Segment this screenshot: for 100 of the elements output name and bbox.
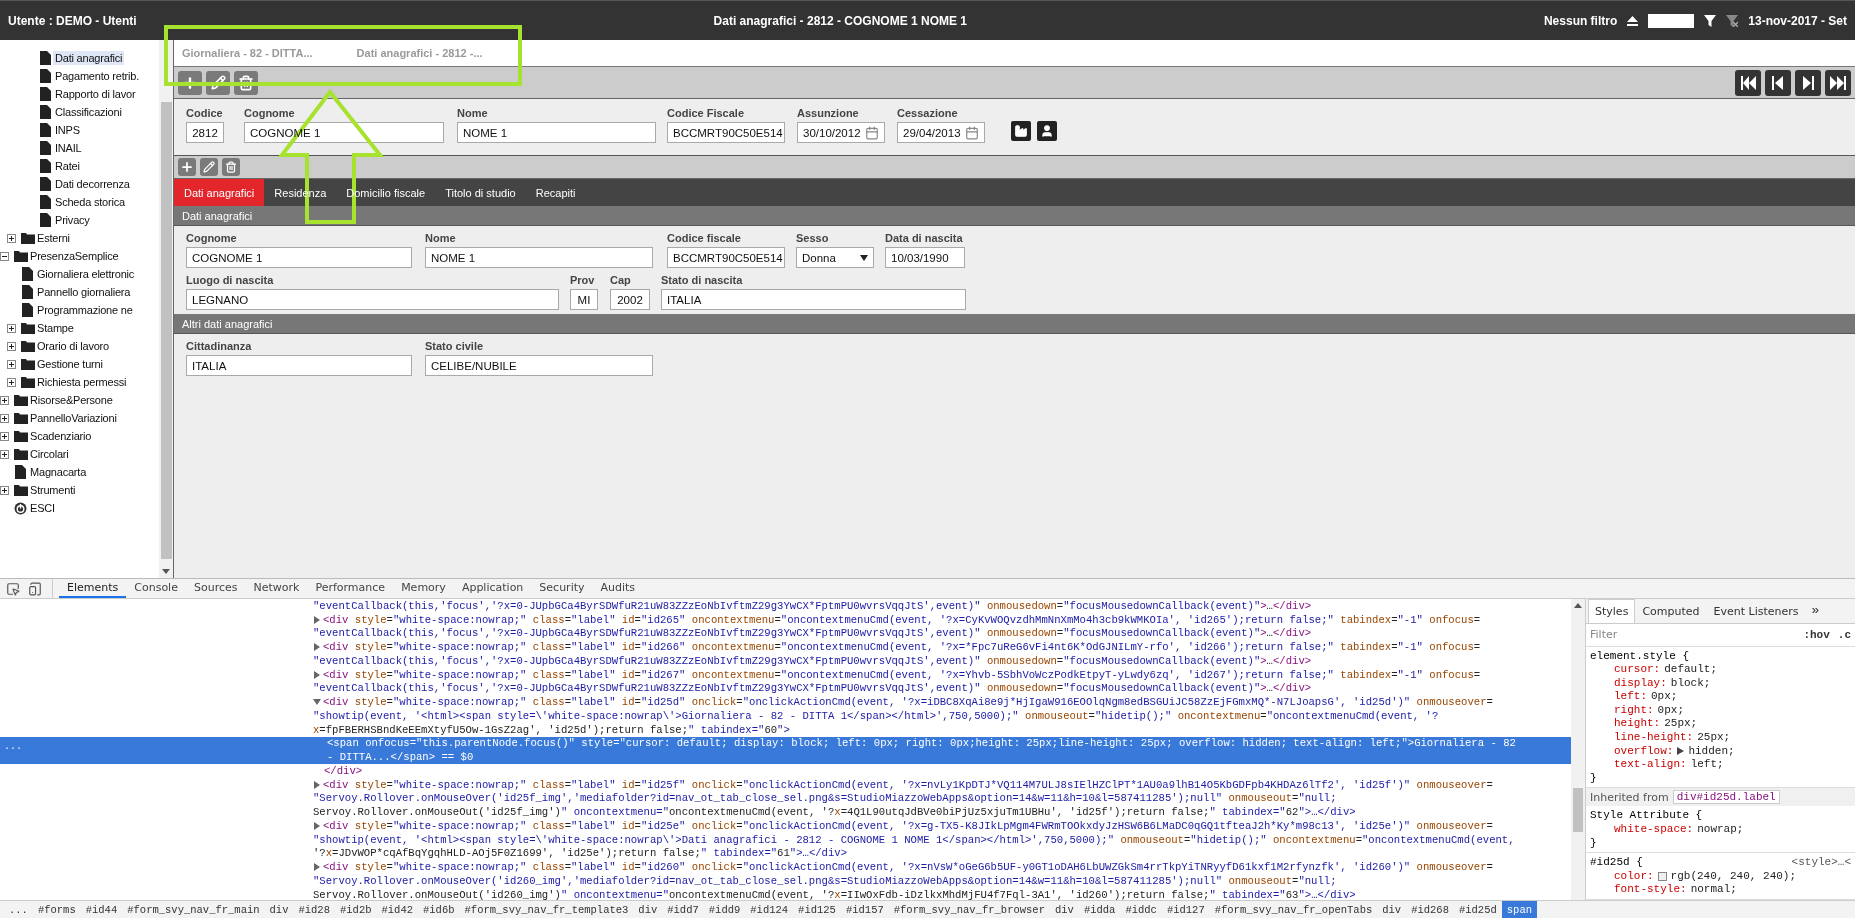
breadcrumb[interactable]: #id157 bbox=[840, 901, 889, 918]
hover-toggle[interactable]: :hov bbox=[1803, 628, 1830, 641]
text-field[interactable]: ITALIA bbox=[186, 355, 412, 376]
breadcrumb[interactable]: span bbox=[1501, 901, 1537, 918]
inherited-element-link[interactable]: div#id25d.label bbox=[1672, 790, 1780, 805]
devtools-tab[interactable]: Memory bbox=[393, 579, 454, 598]
expand-icon[interactable] bbox=[7, 323, 16, 333]
last-button[interactable] bbox=[1825, 69, 1851, 96]
breadcrumb[interactable]: #id124 bbox=[745, 901, 794, 918]
expand-icon[interactable] bbox=[0, 485, 9, 495]
tree-item[interactable]: Magnacarta bbox=[28, 465, 89, 479]
first-button[interactable] bbox=[1735, 69, 1761, 96]
ellipsis-marker[interactable]: ... bbox=[4, 740, 22, 752]
expand-triangle-icon[interactable] bbox=[313, 780, 321, 789]
text-field[interactable]: 2812 bbox=[186, 122, 224, 143]
tree-item[interactable]: Classificazioni bbox=[53, 105, 124, 119]
text-field[interactable]: CELIBE/NUBILE bbox=[425, 355, 653, 376]
expand-triangle-icon[interactable] bbox=[313, 670, 321, 679]
text-field[interactable]: 10/03/1990 bbox=[885, 247, 965, 268]
breadcrumb[interactable]: #id268 bbox=[1406, 901, 1454, 918]
tree-item[interactable]: PresenzaSemplice bbox=[28, 249, 121, 263]
tree-item[interactable]: Dati anagrafici bbox=[53, 51, 125, 65]
styles-tab[interactable]: Computed bbox=[1635, 599, 1707, 624]
calendar-icon[interactable] bbox=[965, 125, 979, 140]
person-button[interactable] bbox=[1037, 121, 1057, 141]
tree-item[interactable]: Rapporto di lavor bbox=[53, 87, 138, 101]
tree-item[interactable]: PannelloVariazioni bbox=[28, 411, 119, 425]
filter-field[interactable]: Filter bbox=[1590, 628, 1796, 642]
text-field[interactable]: COGNOME 1 bbox=[186, 247, 412, 268]
inspect-icon[interactable] bbox=[6, 581, 20, 596]
tree-item[interactable]: Strumenti bbox=[28, 483, 78, 497]
section-tab[interactable]: Dati anagrafici bbox=[174, 179, 265, 206]
section-tab[interactable]: Titolo di studio bbox=[435, 179, 526, 206]
text-field[interactable]: BCCMRT90C50E514 bbox=[667, 122, 785, 143]
dropdown-field[interactable]: Donna bbox=[796, 247, 874, 268]
tree-item[interactable]: Pannello giornaliera bbox=[35, 285, 133, 299]
filter-input[interactable] bbox=[1648, 13, 1695, 28]
breadcrumb[interactable]: #id42 bbox=[376, 901, 418, 918]
expand-icon[interactable] bbox=[7, 341, 16, 351]
device-icon[interactable] bbox=[28, 581, 42, 596]
breadcrumb[interactable]: div bbox=[264, 901, 294, 918]
expand-triangle-icon[interactable] bbox=[313, 821, 321, 830]
tree-item[interactable]: Risorse&Persone bbox=[28, 393, 115, 407]
breadcrumb[interactable]: #id25d bbox=[1453, 901, 1502, 918]
expand-triangle-icon[interactable] bbox=[313, 615, 321, 624]
text-field[interactable]: LEGNANO bbox=[186, 289, 559, 310]
devtools-tab[interactable]: Audits bbox=[592, 579, 644, 598]
class-toggle[interactable]: .c bbox=[1837, 628, 1851, 641]
text-field[interactable]: 2002 bbox=[610, 289, 650, 310]
breadcrumb[interactable]: #id6b bbox=[418, 901, 460, 918]
collapse-triangle-icon[interactable] bbox=[313, 698, 321, 707]
breadcrumb[interactable]: #form_svy_nav_fr_browser bbox=[888, 901, 1050, 918]
text-field[interactable]: NOME 1 bbox=[425, 247, 653, 268]
styles-tab[interactable]: Styles bbox=[1588, 599, 1636, 624]
text-field[interactable]: BCCMRT90C50E514 bbox=[667, 247, 785, 268]
tree-item[interactable]: Dati decorrenza bbox=[53, 177, 132, 191]
expand-icon[interactable] bbox=[0, 413, 9, 423]
expand-icon[interactable] bbox=[0, 395, 9, 405]
factory-button[interactable] bbox=[1011, 121, 1031, 141]
breadcrumb[interactable]: #id127 bbox=[1161, 901, 1210, 918]
date-field[interactable]: 29/04/2013 bbox=[897, 122, 985, 143]
breadcrumb[interactable]: #idd7 bbox=[662, 901, 704, 918]
expand-icon[interactable] bbox=[0, 431, 9, 441]
vertical-scrollbar[interactable] bbox=[1571, 599, 1585, 900]
devtools-tab[interactable]: Application bbox=[453, 579, 532, 598]
breadcrumb[interactable]: #idda bbox=[1078, 901, 1121, 918]
calendar-icon[interactable] bbox=[865, 125, 879, 140]
selected-row-highlight[interactable]: ... <span onfocus="this.parentNode.focus()" style="cursor: default; display: block; left: 0px; right: 0px;height: 25px;line-height: 25px; overflow: hidden; text-align: left;">Giornaliera - 82 bbox=[0, 736, 1571, 751]
scroll-down-arrow-icon[interactable] bbox=[162, 569, 170, 574]
tree-item[interactable]: Circolari bbox=[28, 447, 71, 461]
edit-button[interactable] bbox=[200, 158, 218, 176]
tree-item[interactable]: Stampe bbox=[35, 321, 76, 335]
tree-item[interactable]: Programmazione ne bbox=[35, 303, 135, 317]
tree-item[interactable]: Privacy bbox=[53, 213, 92, 227]
next-button[interactable] bbox=[1795, 69, 1821, 96]
more-tabs-button[interactable]: » bbox=[1805, 599, 1826, 624]
tree-item[interactable]: Pagamento retrib. bbox=[53, 69, 142, 83]
tree-item[interactable]: Scadenziario bbox=[28, 429, 94, 443]
breadcrumb[interactable]: ... bbox=[4, 901, 33, 918]
breadcrumb[interactable]: #id125 bbox=[793, 901, 841, 918]
vertical-scrollbar[interactable] bbox=[159, 40, 173, 578]
breadcrumb[interactable]: #id2b bbox=[335, 901, 377, 918]
tree-item[interactable]: Esterni bbox=[35, 231, 72, 245]
scroll-up-arrow-icon[interactable] bbox=[1574, 603, 1582, 608]
tree-item[interactable]: Orario di lavoro bbox=[35, 339, 111, 353]
previous-button[interactable] bbox=[1765, 69, 1791, 96]
clear-filter-icon[interactable] bbox=[1726, 14, 1739, 27]
tree-item[interactable]: Gestione turni bbox=[35, 357, 105, 371]
tree-item[interactable]: INAIL bbox=[53, 141, 84, 155]
add-button[interactable] bbox=[178, 158, 196, 176]
devtools-tab[interactable]: Elements bbox=[59, 579, 127, 598]
breadcrumb[interactable]: #id44 bbox=[80, 901, 123, 918]
section-tab[interactable]: Recapiti bbox=[525, 179, 586, 206]
devtools-tab[interactable]: Console bbox=[126, 579, 186, 598]
collapse-icon[interactable] bbox=[0, 251, 9, 261]
breadcrumb[interactable]: #id28 bbox=[293, 901, 335, 918]
tree-item[interactable]: Ratei bbox=[53, 159, 82, 173]
breadcrumb[interactable]: #form_svy_nav_fr_template3 bbox=[459, 901, 634, 918]
devtools-tab[interactable]: Performance bbox=[307, 579, 394, 598]
styles-tab[interactable]: Event Listeners bbox=[1706, 599, 1806, 624]
